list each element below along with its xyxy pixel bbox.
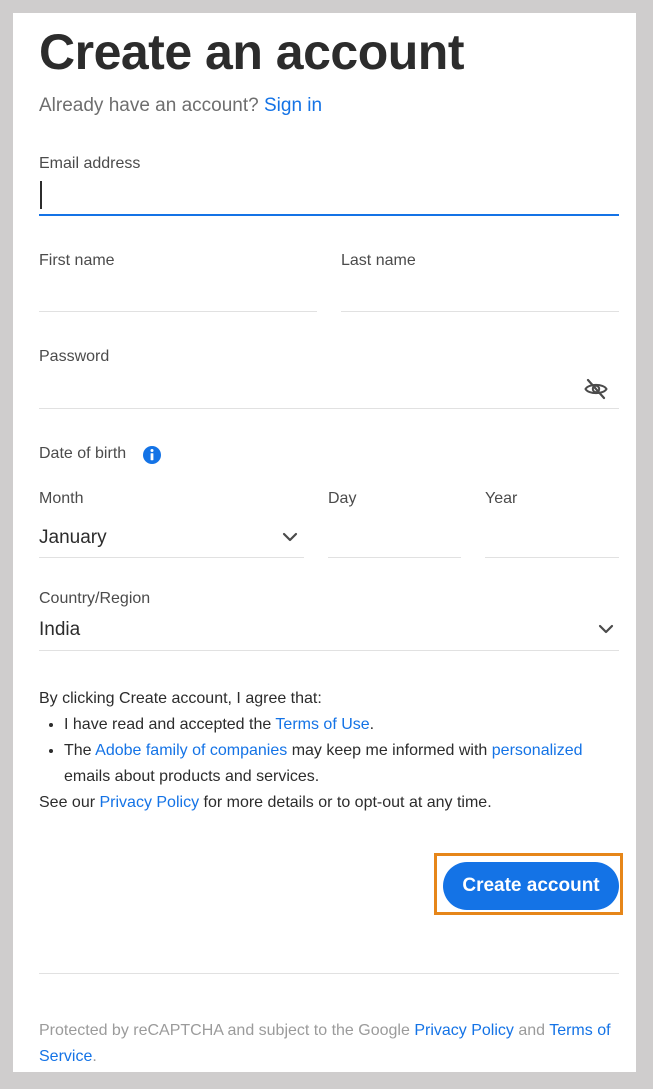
signin-link[interactable]: Sign in (264, 95, 322, 116)
adobe-family-link[interactable]: Adobe family of companies (95, 742, 287, 759)
terms-text: emails about products and services. (64, 768, 320, 785)
terms-item: I have read and accepted the Terms of Us… (64, 712, 609, 738)
country-underline (39, 650, 619, 651)
recaptcha-notice: Protected by reCAPTCHA and subject to th… (39, 1018, 619, 1070)
footer-text: and (513, 1022, 550, 1039)
privacy-policy-link[interactable]: Privacy Policy (99, 794, 199, 811)
terms-item: The Adobe family of companies may keep m… (64, 738, 609, 790)
password-underline (39, 408, 619, 409)
text-cursor (40, 181, 42, 209)
year-field[interactable]: Year (485, 490, 619, 558)
terms-text: I have read and accepted the (64, 716, 276, 733)
email-label: Email address (39, 155, 141, 172)
year-label: Year (485, 490, 518, 507)
signup-panel: Create an account Already have an accoun… (13, 13, 636, 1072)
dob-label: Date of birth (39, 445, 127, 462)
country-value: India (39, 619, 81, 640)
create-account-button[interactable]: Create account (443, 862, 619, 910)
year-underline (485, 557, 619, 558)
terms-of-use-link[interactable]: Terms of Use (275, 716, 369, 733)
last-name-underline (341, 311, 619, 312)
terms-outro: See our Privacy Policy for more details … (39, 790, 609, 816)
email-field[interactable]: Email address (39, 155, 619, 217)
terms-text: . (369, 716, 375, 733)
chevron-down-icon (598, 623, 614, 635)
footer-text: . (92, 1048, 97, 1065)
day-label: Day (328, 490, 357, 507)
password-label: Password (39, 348, 110, 365)
personalized-link[interactable]: personalized (492, 742, 583, 759)
dob-label-row: Date of birth (39, 445, 126, 467)
terms-list: I have read and accepted the Terms of Us… (39, 712, 609, 790)
month-value: January (39, 527, 107, 548)
email-underline (39, 214, 619, 216)
month-underline (39, 557, 304, 558)
day-field[interactable]: Day (328, 490, 461, 558)
country-label: Country/Region (39, 590, 151, 607)
chevron-down-icon (282, 531, 298, 543)
terms-text: See our (39, 794, 100, 811)
day-underline (328, 557, 461, 558)
eye-slash-icon[interactable] (584, 377, 608, 401)
last-name-label: Last name (341, 252, 416, 269)
google-privacy-link[interactable]: Privacy Policy (414, 1022, 514, 1039)
terms-text: The (64, 742, 96, 759)
terms-block: By clicking Create account, I agree that… (39, 686, 609, 816)
terms-text: for more details or to opt-out at any ti… (199, 794, 492, 811)
terms-intro: By clicking Create account, I agree that… (39, 690, 322, 707)
page-title: Create an account (39, 24, 464, 80)
info-icon[interactable] (142, 445, 162, 465)
terms-text: may keep me informed with (287, 742, 492, 759)
month-label: Month (39, 490, 84, 507)
footer-divider (39, 973, 619, 974)
signin-prompt-row: Already have an account? Sign in (39, 95, 322, 117)
signin-prompt-text: Already have an account? (39, 95, 259, 116)
first-name-label: First name (39, 252, 115, 269)
password-field[interactable]: Password (39, 348, 619, 411)
footer-text: Protected by reCAPTCHA and subject to th… (39, 1022, 415, 1039)
country-select[interactable]: Country/Region India (39, 590, 619, 651)
first-name-underline (39, 311, 317, 312)
last-name-field[interactable]: Last name (341, 252, 619, 314)
month-select[interactable]: Month January (39, 490, 304, 558)
first-name-field[interactable]: First name (39, 252, 317, 314)
